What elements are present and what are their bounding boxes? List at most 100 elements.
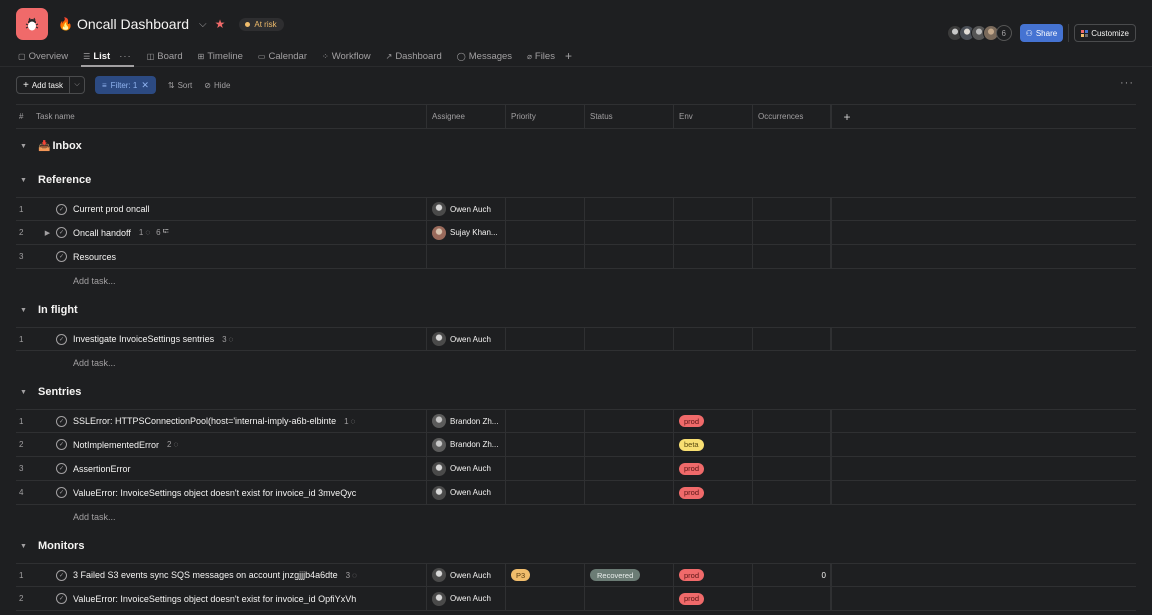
status-cell[interactable] bbox=[585, 457, 674, 480]
priority-cell[interactable] bbox=[506, 410, 585, 432]
tab-overview[interactable]: ▢ Overview bbox=[18, 47, 68, 65]
add-column-icon[interactable]: + bbox=[832, 105, 862, 128]
section-title[interactable]: Inbox bbox=[52, 140, 81, 152]
section-header[interactable]: ▼ Reference bbox=[16, 163, 1136, 197]
occurrences-cell[interactable] bbox=[753, 221, 832, 244]
section-header[interactable]: ▼ 📥 Inbox bbox=[16, 129, 1136, 163]
project-members[interactable]: 6 bbox=[946, 25, 1012, 41]
complete-checkbox-icon[interactable]: ✓ bbox=[56, 569, 67, 581]
complete-checkbox-icon[interactable]: ✓ bbox=[56, 251, 67, 262]
priority-cell[interactable]: P3 bbox=[506, 564, 585, 586]
column-header-priority[interactable]: Priority bbox=[506, 105, 585, 128]
assignee[interactable]: Owen Auch bbox=[432, 591, 491, 606]
assignee-cell[interactable]: Brandon Zh... bbox=[427, 433, 506, 456]
priority-cell[interactable] bbox=[506, 587, 585, 610]
task-name[interactable]: NotImplementedError bbox=[73, 440, 159, 450]
status-cell[interactable] bbox=[585, 481, 674, 504]
task-name[interactable]: Oncall handoff bbox=[73, 228, 131, 238]
status-cell[interactable] bbox=[585, 328, 674, 350]
occurrences-cell[interactable] bbox=[753, 198, 832, 220]
collapse-triangle-icon[interactable]: ▼ bbox=[20, 307, 38, 314]
expand-subtasks-icon[interactable]: ▶ bbox=[39, 229, 56, 237]
section-header[interactable]: ▼ In flight bbox=[16, 293, 1136, 327]
status-cell[interactable] bbox=[585, 587, 674, 610]
assignee[interactable]: Owen Auch bbox=[432, 461, 491, 476]
add-task-dropdown[interactable]: ⌵ bbox=[70, 77, 84, 93]
complete-checkbox-icon[interactable]: ✓ bbox=[56, 463, 67, 474]
section-title[interactable]: Sentries bbox=[38, 386, 81, 398]
env-cell[interactable]: prod bbox=[674, 457, 753, 480]
env-cell[interactable]: beta bbox=[674, 433, 753, 456]
complete-checkbox-icon[interactable]: ✓ bbox=[56, 227, 67, 238]
assignee-cell[interactable]: Brandon Zh... bbox=[427, 410, 506, 432]
task-row[interactable]: 2 ✓ ValueError: InvoiceSettings object doe… bbox=[16, 587, 1136, 611]
assignee[interactable]: Owen Auch bbox=[432, 202, 491, 216]
section-header[interactable]: ▼ Sentries bbox=[16, 375, 1136, 409]
add-task-row[interactable]: Add task... bbox=[16, 505, 1136, 529]
status-cell[interactable] bbox=[585, 245, 674, 268]
complete-checkbox-icon[interactable]: ✓ bbox=[56, 439, 67, 450]
task-row[interactable]: 1 ✓ 3 Failed S3 events sync SQS messages o… bbox=[16, 563, 1136, 587]
status-cell[interactable]: Recovered bbox=[585, 564, 674, 586]
add-task-button[interactable]: + Add task bbox=[17, 77, 70, 93]
env-cell[interactable] bbox=[674, 198, 753, 220]
assignee-cell[interactable]: Owen Auch bbox=[427, 481, 506, 504]
assignee[interactable]: Brandon Zh... bbox=[432, 437, 498, 452]
status-cell[interactable] bbox=[585, 433, 674, 456]
task-name-cell[interactable]: 3 ✓ AssertionError bbox=[16, 457, 427, 480]
tab-list[interactable]: ☰ List ··· bbox=[81, 47, 134, 67]
task-name-cell[interactable]: 1 ✓ Current prod oncall bbox=[16, 198, 427, 220]
env-cell[interactable] bbox=[674, 328, 753, 350]
env-cell[interactable] bbox=[674, 245, 753, 268]
assignee-cell[interactable]: Owen Auch bbox=[427, 198, 506, 220]
priority-cell[interactable] bbox=[506, 245, 585, 268]
task-name-cell[interactable]: 2 ▶ ✓ Oncall handoff 1 ◌ 6 ⮓ bbox=[16, 221, 427, 244]
occurrences-cell[interactable] bbox=[753, 481, 832, 504]
column-header-env[interactable]: Env bbox=[674, 105, 753, 128]
hide-button[interactable]: ⊘ Hide bbox=[204, 81, 230, 90]
task-name-cell[interactable]: 4 ✓ ValueError: InvoiceSettings object doe… bbox=[16, 481, 427, 504]
complete-checkbox-icon[interactable]: ✓ bbox=[56, 333, 67, 345]
section-header[interactable]: ▼ Monitors bbox=[16, 529, 1136, 563]
status-badge[interactable]: At risk bbox=[239, 17, 284, 31]
task-row[interactable]: 4 ✓ ValueError: InvoiceSettings object doe… bbox=[16, 481, 1136, 505]
priority-cell[interactable] bbox=[506, 433, 585, 456]
collapse-triangle-icon[interactable]: ▼ bbox=[20, 177, 38, 184]
task-name-cell[interactable]: 3 ✓ Resources bbox=[16, 245, 427, 268]
env-cell[interactable]: prod bbox=[674, 564, 753, 586]
env-cell[interactable]: prod bbox=[674, 410, 753, 432]
assignee-cell[interactable]: Owen Auch bbox=[427, 457, 506, 480]
occurrences-cell[interactable] bbox=[753, 587, 832, 610]
complete-checkbox-icon[interactable]: ✓ bbox=[56, 415, 67, 427]
task-name[interactable]: 3 Failed S3 events sync SQS messages on … bbox=[73, 570, 338, 580]
task-name[interactable]: SSLError: HTTPSConnectionPool(host='inte… bbox=[73, 416, 336, 426]
tab-timeline[interactable]: ⊞ Timeline bbox=[198, 47, 243, 65]
add-tab-icon[interactable]: + bbox=[565, 49, 572, 63]
project-title[interactable]: Oncall Dashboard bbox=[77, 16, 189, 32]
task-row[interactable]: 3 ✓ Resources bbox=[16, 245, 1136, 269]
complete-checkbox-icon[interactable]: ✓ bbox=[56, 203, 67, 215]
priority-cell[interactable] bbox=[506, 481, 585, 504]
status-cell[interactable] bbox=[585, 198, 674, 220]
task-row[interactable]: 3 ✓ AssertionError Owen Auch prod bbox=[16, 457, 1136, 481]
task-row[interactable]: 1 ✓ SSLError: HTTPSConnectionPool(host='in… bbox=[16, 409, 1136, 433]
task-name-cell[interactable]: 1 ✓ SSLError: HTTPSConnectionPool(host='in… bbox=[16, 410, 427, 432]
task-row[interactable]: 1 ✓ Investigate InvoiceSettings sentries 3 ◌… bbox=[16, 327, 1136, 351]
task-name[interactable]: ValueError: InvoiceSettings object doesn… bbox=[73, 488, 356, 498]
task-row[interactable]: 2 ✓ NotImplementedError 2 ◌ Brandon Zh... beta bbox=[16, 433, 1136, 457]
occurrences-cell[interactable] bbox=[753, 410, 832, 432]
assignee-cell[interactable]: Owen Auch bbox=[427, 587, 506, 610]
env-cell[interactable]: prod bbox=[674, 587, 753, 610]
task-name-cell[interactable]: 2 ✓ ValueError: InvoiceSettings object doe… bbox=[16, 587, 427, 610]
chevron-down-icon[interactable]: ⌵ bbox=[199, 19, 207, 30]
tab-board[interactable]: ◫ Board bbox=[147, 47, 183, 65]
section-title[interactable]: Monitors bbox=[38, 540, 84, 552]
task-name[interactable]: AssertionError bbox=[73, 464, 131, 474]
occurrences-cell[interactable] bbox=[753, 457, 832, 480]
customize-button[interactable]: Customize bbox=[1074, 24, 1136, 42]
assignee[interactable]: Owen Auch bbox=[432, 568, 491, 582]
section-title[interactable]: Reference bbox=[38, 174, 91, 186]
task-name[interactable]: Resources bbox=[73, 252, 116, 262]
star-icon[interactable]: ★ bbox=[215, 17, 226, 31]
task-name[interactable]: ValueError: InvoiceSettings object doesn… bbox=[73, 594, 356, 604]
